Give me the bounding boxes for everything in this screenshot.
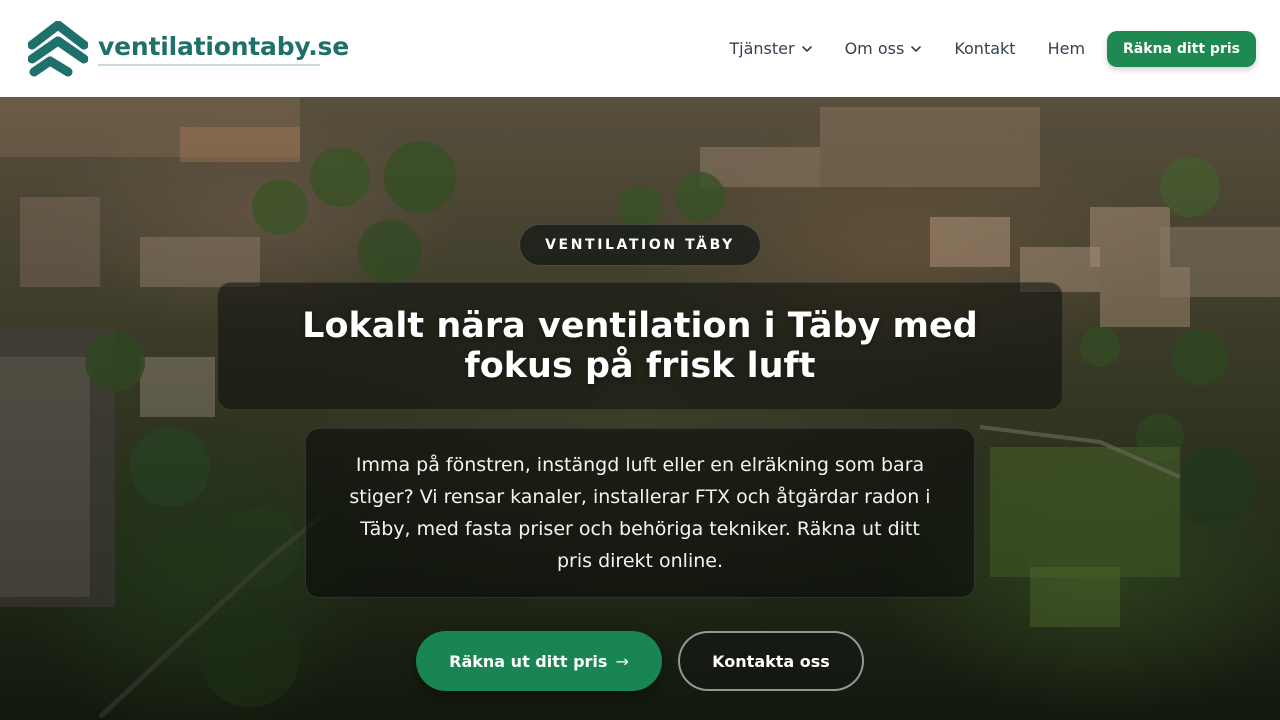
header-cta-button[interactable]: Räkna ditt pris <box>1107 30 1256 67</box>
hero-description-box: Imma på fönstren, instängd luft eller en… <box>305 428 975 598</box>
nav-label: Hem <box>1047 39 1086 58</box>
site-header: ventilationtaby.se Tjänster Om oss Konta… <box>0 0 1280 97</box>
button-label: Räkna ut ditt pris <box>449 651 608 671</box>
main-nav: Tjänster Om oss Kontakt Hem Räkna ditt p… <box>729 30 1256 67</box>
hero-description: Imma på fönstren, instängd luft eller en… <box>349 454 931 572</box>
chevron-down-icon <box>801 45 812 52</box>
logo-underline <box>98 63 320 66</box>
stacked-chevron-roof-icon <box>28 20 88 76</box>
nav-label: Kontakt <box>954 39 1016 58</box>
hero-title-box: Lokalt nära ventilation i Täby med fokus… <box>217 282 1063 410</box>
logo-text: ventilationtaby.se <box>98 31 349 61</box>
nav-item-om-oss[interactable]: Om oss <box>845 39 923 58</box>
nav-label: Tjänster <box>729 39 795 58</box>
nav-item-tjanster[interactable]: Tjänster <box>729 39 812 58</box>
hero-title: Lokalt nära ventilation i Täby med fokus… <box>302 306 978 386</box>
nav-item-hem[interactable]: Hem <box>1048 39 1085 58</box>
arrow-right-icon: → <box>615 651 629 671</box>
hero-section: VENTILATION TÄBY Lokalt nära ventilation… <box>0 97 1280 720</box>
hero-eyebrow: VENTILATION TÄBY <box>519 224 761 266</box>
site-logo[interactable]: ventilationtaby.se <box>28 20 349 77</box>
nav-label: Om oss <box>844 39 905 58</box>
nav-item-kontakt[interactable]: Kontakt <box>954 39 1015 58</box>
chevron-down-icon <box>911 45 922 52</box>
calculate-price-button[interactable]: Räkna ut ditt pris → <box>416 631 662 691</box>
contact-us-button[interactable]: Kontakta oss <box>678 631 864 691</box>
